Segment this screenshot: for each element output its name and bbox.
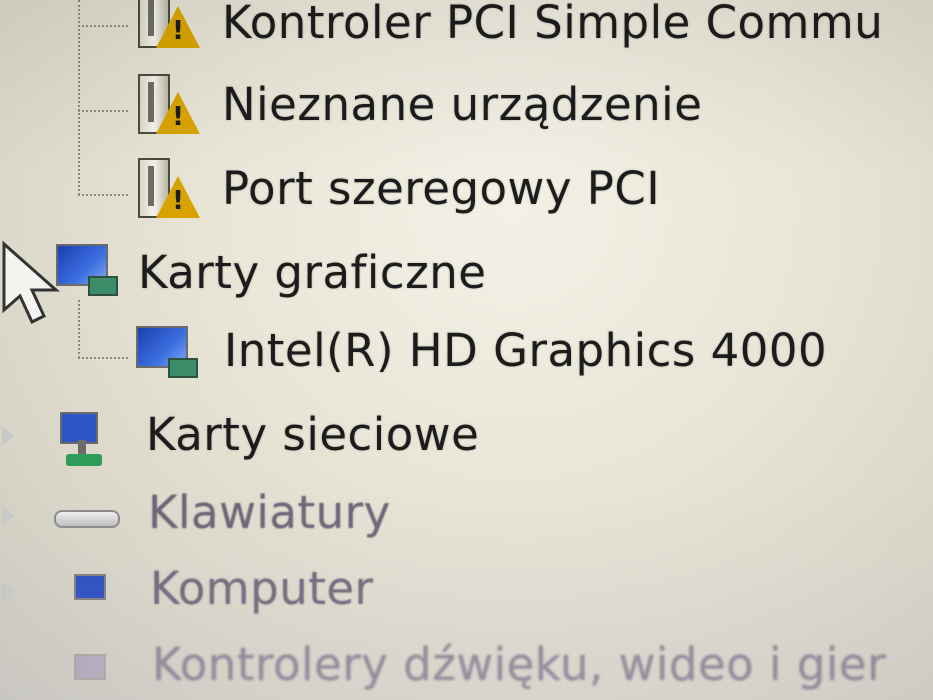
device-warning-icon: ! (128, 0, 200, 52)
tree-category-label: Karty sieciowe (146, 408, 480, 461)
display-adapter-icon (128, 320, 208, 390)
tree-item-label: Nieznane urządzenie (222, 78, 703, 131)
tree-category-network-adapters[interactable]: Karty sieciowe (0, 398, 933, 478)
network-adapter-icon (48, 406, 118, 476)
tree-category-keyboards[interactable]: Klawiatury (0, 476, 933, 556)
device-warning-icon: ! (128, 74, 200, 138)
tree-item-unknown-device[interactable]: ! Nieznane urządzenie (0, 68, 933, 148)
tree-category-label: Klawiatury (148, 486, 391, 539)
keyboard-icon (46, 500, 126, 540)
tree-item-label: Kontroler PCI Simple Commu (222, 0, 884, 49)
expand-arrow-icon[interactable] (2, 426, 14, 446)
tree-item-intel-hd-graphics[interactable]: Intel(R) HD Graphics 4000 (0, 312, 933, 392)
tree-category-sound-controllers[interactable]: Kontrolery dźwięku, wideo i gier (0, 632, 933, 700)
device-warning-icon: ! (128, 158, 200, 222)
tree-category-display-adapters[interactable]: Karty graficzne (0, 232, 933, 312)
tree-item-label: Intel(R) HD Graphics 4000 (224, 324, 828, 377)
tree-category-label: Karty graficzne (138, 246, 487, 299)
tree-item-pci-simple-communications[interactable]: ! Kontroler PCI Simple Commu (0, 0, 933, 60)
tree-category-label: Komputer (150, 562, 374, 615)
tree-category-label: Kontrolery dźwięku, wideo i gier (152, 638, 887, 691)
computer-icon (52, 568, 122, 618)
device-manager-tree: ! Kontroler PCI Simple Commu ! Nieznane … (0, 0, 933, 700)
sound-controller-icon (52, 648, 122, 698)
expand-arrow-icon[interactable] (2, 582, 14, 602)
expand-arrow-icon[interactable] (2, 506, 14, 526)
mouse-cursor-icon (2, 240, 60, 325)
tree-category-computer[interactable]: Komputer (0, 556, 933, 636)
tree-item-pci-serial-port[interactable]: ! Port szeregowy PCI (0, 150, 933, 230)
tree-item-label: Port szeregowy PCI (222, 162, 661, 215)
